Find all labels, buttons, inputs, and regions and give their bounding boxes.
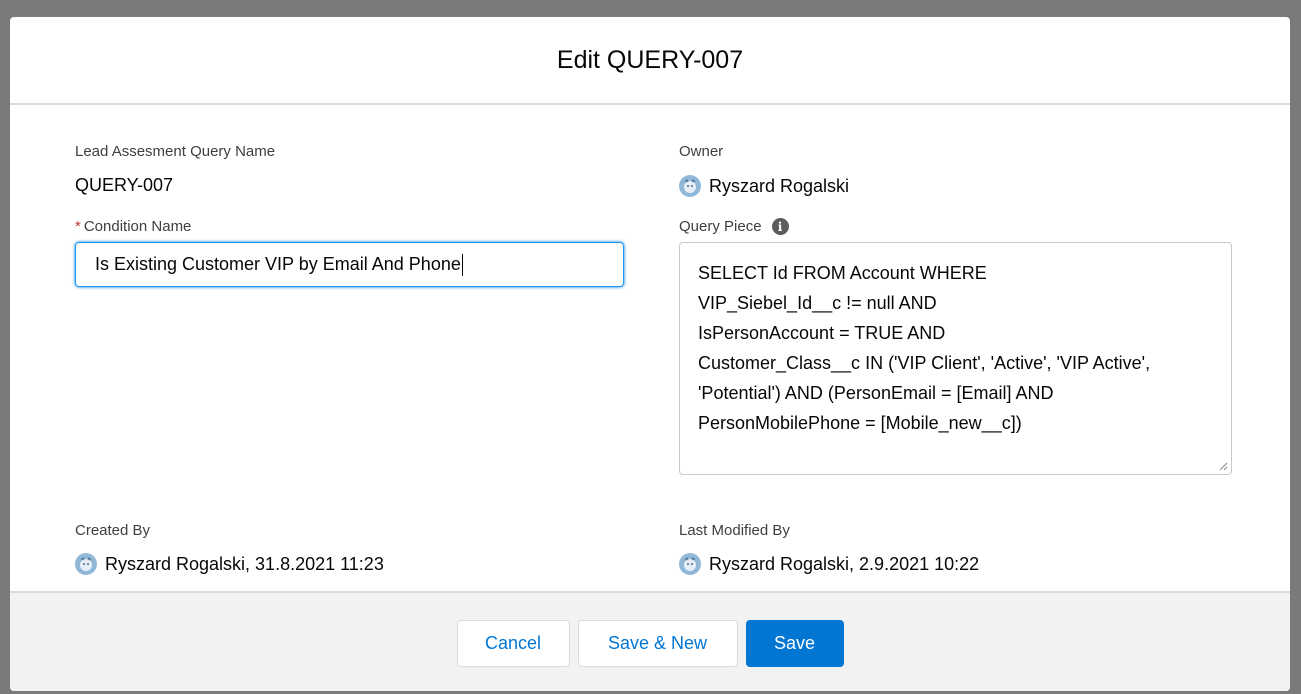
user-avatar-icon: [679, 175, 701, 197]
user-avatar-icon: [679, 553, 701, 575]
last-modified-by-label: Last Modified By: [679, 522, 790, 539]
query-piece-textarea[interactable]: SELECT Id FROM Account WHERE VIP_Siebel_…: [679, 242, 1232, 475]
query-name-label: Lead Assesment Query Name: [75, 143, 276, 160]
save-button[interactable]: Save: [745, 619, 844, 667]
query-piece-label-wrap: Query Piece i: [679, 218, 789, 235]
text-cursor: [461, 253, 463, 276]
owner-label: Owner: [679, 143, 724, 160]
created-by-field: Ryszard Rogalski, 31.8.2021 11:23: [75, 553, 384, 575]
owner-field: Ryszard Rogalski: [679, 175, 849, 197]
required-marker: *: [75, 218, 81, 235]
owner-value[interactable]: Ryszard Rogalski: [709, 176, 849, 197]
modal-body: Lead Assesment Query Name QUERY-007 * Con…: [10, 105, 1290, 591]
modal-footer: Cancel Save & New Save: [10, 591, 1290, 691]
modal-header: Edit QUERY-007: [10, 17, 1290, 105]
created-by-value: Ryszard Rogalski, 31.8.2021 11:23: [105, 553, 384, 574]
condition-name-input[interactable]: Is Existing Customer VIP by Email And Ph…: [75, 242, 624, 287]
condition-name-label: Condition Name: [83, 218, 192, 235]
query-line: SELECT Id FROM Account WHERE: [698, 263, 987, 283]
query-line: VIP_Siebel_Id__c != null AND: [698, 293, 937, 313]
info-icon[interactable]: i: [771, 218, 789, 235]
query-line: Customer_Class__c IN ('VIP Client', 'Act…: [698, 353, 1151, 373]
query-name-value: QUERY-007: [75, 175, 174, 195]
condition-name-value: Is Existing Customer VIP by Email And Ph…: [95, 254, 461, 274]
query-line: PersonMobilePhone = [Mobile_new__c]): [698, 413, 1022, 433]
save-and-new-button[interactable]: Save & New: [577, 619, 738, 667]
created-by-label: Created By: [75, 522, 151, 539]
last-modified-by-field: Ryszard Rogalski, 2.9.2021 10:22: [679, 553, 979, 575]
edit-modal: Edit QUERY-007 Lead Assesment Query Name…: [10, 17, 1290, 691]
cancel-button[interactable]: Cancel: [456, 619, 570, 667]
query-piece-label: Query Piece: [679, 218, 762, 235]
last-modified-by-value: Ryszard Rogalski, 2.9.2021 10:22: [709, 553, 980, 574]
resize-handle-icon[interactable]: [1218, 461, 1228, 471]
query-line: IsPersonAccount = TRUE AND: [698, 323, 946, 343]
condition-name-label-wrap: * Condition Name: [75, 218, 191, 235]
user-avatar-icon: [75, 553, 97, 575]
modal-title: Edit QUERY-007: [556, 45, 744, 74]
query-line: 'Potential') AND (PersonEmail = [Email] …: [698, 383, 1054, 403]
